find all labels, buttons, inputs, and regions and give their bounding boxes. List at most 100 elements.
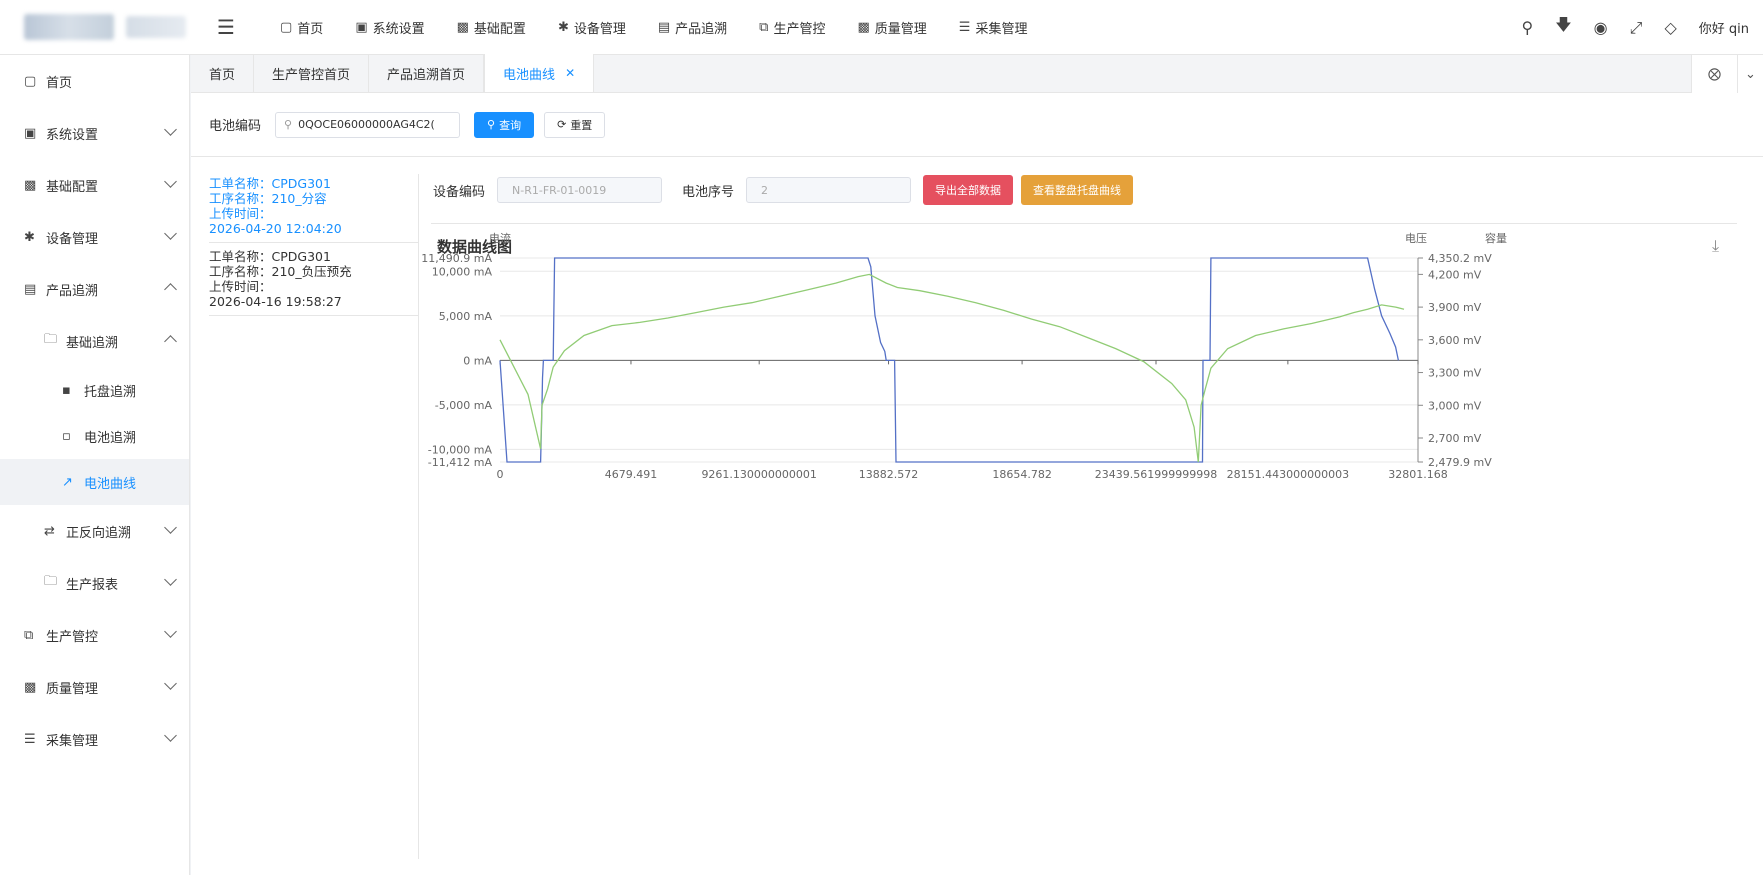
battery-code-input[interactable]: ⚲ 0QOCE06000000AG4C2(: [275, 111, 461, 138]
chevron-down-icon: [164, 677, 177, 690]
monitor-icon: ▢: [24, 73, 37, 89]
topnav-home[interactable]: ▢ 首页: [264, 0, 339, 55]
sidebar-item-basic-trace[interactable]: 🗀 基础追溯: [0, 315, 189, 367]
tray-curve-label: 查看整盘托盘曲线: [1033, 184, 1122, 197]
record-order: 工单名称：CPDG301: [209, 176, 331, 191]
battery-code-value: 0QOCE06000000AG4C2(: [298, 118, 435, 131]
y-left-tick-label: -11,412 mA: [428, 456, 493, 469]
user-card-icon: ▣: [24, 125, 37, 141]
sidebar-item-system-settings[interactable]: ▣ 系统设置: [0, 107, 189, 159]
topnav-label: 采集管理: [975, 21, 1028, 37]
sidebar-label: 采集管理: [46, 733, 99, 749]
target-icon[interactable]: ◉: [1594, 18, 1608, 37]
exchange-icon: ⇄: [44, 523, 55, 539]
query-button[interactable]: ⚲ 查询: [474, 111, 535, 138]
briefcase-icon: ▩: [456, 19, 469, 35]
chevron-down-icon: [164, 521, 177, 534]
sidebar-item-device-mgmt[interactable]: ✱ 设备管理: [0, 211, 189, 263]
y-right2-axis-title: 容量: [1485, 231, 1507, 245]
database-icon: ☰: [24, 731, 36, 747]
battery-seq-label: 电池序号: [682, 184, 735, 200]
chevron-up-icon: [164, 283, 177, 296]
arrow-down-icon[interactable]: 🡇: [1555, 14, 1571, 41]
list-item[interactable]: 工单名称：CPDG301 工序名称：210_负压预充 上传时间： 2026-04…: [209, 243, 418, 316]
laptop-icon: ▫: [62, 428, 71, 444]
chevron-down-icon: [164, 729, 177, 742]
record-upload-label: 上传时间：: [209, 279, 272, 294]
sidebar-item-collect-mgmt[interactable]: ☰ 采集管理: [0, 713, 189, 765]
sidebar-item-production-report[interactable]: 🗀 生产报表: [0, 557, 189, 609]
y-left-tick-label: 11,490.9 mA: [421, 252, 492, 265]
tab-label: 首页: [209, 67, 236, 83]
chevron-up-icon: [164, 335, 177, 348]
x-tick-label: 32801.168: [1388, 468, 1448, 481]
x-tick-label: 23439.561999999998: [1095, 468, 1217, 481]
topnav-quality-mgmt[interactable]: ▩ 质量管理: [841, 0, 942, 55]
y-right-tick-label: 2,700 mV: [1428, 432, 1482, 445]
server-icon: ▤: [24, 281, 37, 297]
query-label: 查询: [499, 118, 522, 132]
y-right-tick-label: 4,350.2 mV: [1428, 252, 1492, 265]
chevron-down-icon: [164, 175, 177, 188]
tab-battery-curve[interactable]: 电池曲线 ✕: [484, 54, 595, 92]
sidebar-label: 生产报表: [66, 577, 119, 593]
diamond-icon[interactable]: ◇: [1664, 18, 1676, 37]
folder-icon: 🗀: [44, 332, 58, 347]
curve-pane: 设备编码 N-R1-FR-01-0019 电池序号 2 导出全部数据 查看整盘托…: [421, 157, 1763, 875]
chevron-down-icon: [164, 123, 177, 136]
record-process: 工序名称：210_分容: [209, 191, 327, 206]
topnav-production-control[interactable]: ⧉ 生产管控: [743, 0, 841, 55]
menu-toggle-icon[interactable]: ☰: [208, 15, 244, 39]
topnav-system-settings[interactable]: ▣ 系统设置: [339, 0, 440, 55]
x-tick-label: 0: [497, 468, 504, 481]
y-right-axis-title: 电压: [1405, 232, 1427, 245]
sidebar-item-forward-backward-trace[interactable]: ⇄ 正反向追溯: [0, 505, 189, 557]
close-all-tabs-icon[interactable]: ⨂: [1691, 55, 1737, 93]
sidebar-label: 电池曲线: [84, 476, 137, 492]
battery-seq-input[interactable]: 2: [746, 177, 912, 203]
tabs-bar: 首页 生产管控首页 产品追溯首页 电池曲线 ✕ ⨂ ⌄: [191, 54, 1763, 93]
device-code-input[interactable]: N-R1-FR-01-0019: [497, 177, 663, 203]
tab-product-trace-home[interactable]: 产品追溯首页: [369, 54, 485, 92]
x-tick-label: 28151.443000000003: [1227, 468, 1349, 481]
topnav-basic-config[interactable]: ▩ 基础配置: [441, 0, 542, 55]
tab-production-control-home[interactable]: 生产管控首页: [254, 54, 370, 92]
y-right-tick-label: 3,300 mV: [1428, 367, 1482, 380]
tab-home[interactable]: 首页: [191, 54, 255, 92]
topnav-device-mgmt[interactable]: ✱ 设备管理: [542, 0, 642, 55]
asterisk-icon: ✱: [24, 229, 35, 245]
divider: [431, 223, 1737, 224]
y-right-tick-label: 3,000 mV: [1428, 399, 1482, 412]
topnav-label: 系统设置: [372, 21, 425, 37]
reset-button[interactable]: ⟳ 重置: [544, 111, 606, 138]
view-tray-curve-button[interactable]: 查看整盘托盘曲线: [1021, 175, 1134, 205]
topnav-product-trace[interactable]: ▤ 产品追溯: [642, 0, 743, 55]
user-greeting[interactable]: 你好 qin: [1699, 18, 1749, 37]
sidebar-label: 设备管理: [46, 231, 99, 247]
logo-mark: [24, 14, 114, 40]
export-all-button[interactable]: 导出全部数据: [923, 175, 1014, 205]
chevron-down-icon[interactable]: ⌄: [1737, 55, 1763, 93]
user-card-icon: ▣: [355, 19, 368, 35]
record-upload-label: 上传时间：: [209, 206, 272, 221]
close-icon[interactable]: ✕: [565, 66, 575, 80]
sidebar-item-tray-trace[interactable]: ▪ 托盘追溯: [0, 367, 189, 413]
sidebar-item-basic-config[interactable]: ▩ 基础配置: [0, 159, 189, 211]
logo: [0, 0, 190, 55]
fullscreen-icon[interactable]: ⤢: [1630, 18, 1643, 38]
battery-code-label: 电池编码: [209, 119, 262, 134]
topnav-collect-mgmt[interactable]: ☰ 采集管理: [943, 0, 1044, 55]
sidebar-label: 基础配置: [46, 179, 99, 195]
sidebar-item-battery-curve[interactable]: ↗ 电池曲线: [0, 459, 189, 505]
sidebar-item-product-trace[interactable]: ▤ 产品追溯: [0, 263, 189, 315]
y-left-tick-label: 5,000 mA: [439, 310, 493, 323]
sidebar-item-home[interactable]: ▢ 首页: [0, 55, 189, 107]
search-icon[interactable]: ⚲: [1521, 18, 1533, 37]
briefcase-icon: ▩: [24, 177, 37, 193]
reset-label: 重置: [570, 118, 593, 132]
x-tick-label: 18654.782: [992, 468, 1052, 481]
sidebar-item-battery-trace[interactable]: ▫ 电池追溯: [0, 413, 189, 459]
sidebar-item-quality-mgmt[interactable]: ▩ 质量管理: [0, 661, 189, 713]
sidebar-item-production-control[interactable]: ⧉ 生产管控: [0, 609, 189, 661]
list-item[interactable]: 工单名称：CPDG301 工序名称：210_分容 上传时间： 2026-04-2…: [209, 174, 418, 243]
